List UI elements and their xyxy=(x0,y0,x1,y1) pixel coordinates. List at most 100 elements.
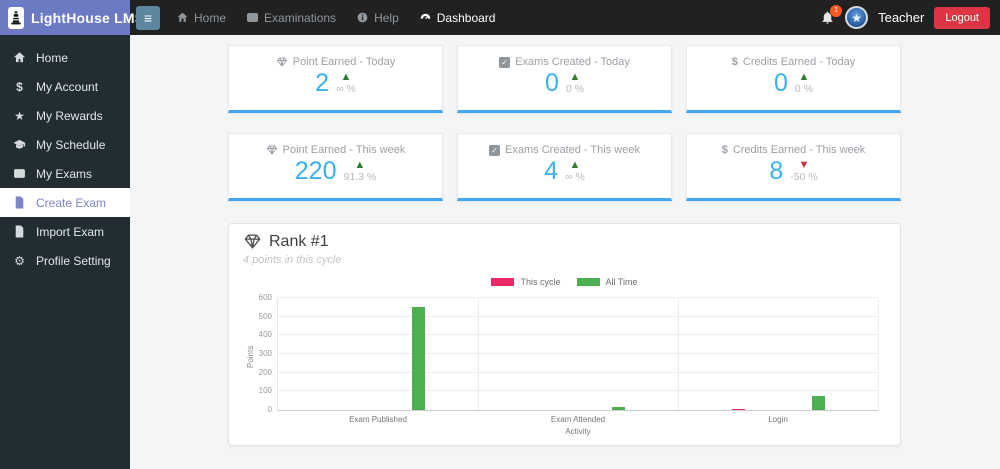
brand-title: LightHouse LMS xyxy=(31,9,145,26)
y-axis-tick: 400 xyxy=(258,330,272,340)
trend-up-icon: ▲ xyxy=(340,71,352,84)
check-square-icon: ✓ xyxy=(489,144,501,156)
nav-item-label: Dashboard xyxy=(436,10,496,25)
nav-item-label: Examinations xyxy=(264,10,337,25)
stat-card-exams-week: ✓ Exams Created - This week 4 ▲ ∞ % xyxy=(457,133,672,201)
brand: LightHouse LMS xyxy=(0,0,144,35)
sidebar-item-my-account[interactable]: $ My Account xyxy=(0,72,130,101)
sidebar-item-my-rewards[interactable]: ★ My Rewards xyxy=(0,101,130,130)
graduation-cap-icon xyxy=(12,138,27,151)
legend-item-this-cycle[interactable]: This cycle xyxy=(491,277,561,287)
sidebar-item-label: Home xyxy=(36,50,69,65)
x-axis-tick: Login xyxy=(768,415,788,424)
rank-subtitle: 4 points in this cycle xyxy=(243,254,342,266)
nav-item-home[interactable]: Home xyxy=(176,11,226,25)
sidebar-item-label: My Exams xyxy=(36,166,93,181)
user-name: Teacher xyxy=(878,10,925,25)
bar-all-time xyxy=(411,307,425,410)
rank-card: Rank #1 4 points in this cycle This cycl… xyxy=(228,223,901,446)
trend-percent: -50 % xyxy=(790,171,818,184)
trend-up-icon: ▲ xyxy=(569,71,581,84)
x-axis-tick: Exam Attended xyxy=(550,415,606,424)
rank-title: Rank #1 xyxy=(243,232,886,251)
legend-swatch xyxy=(576,278,600,286)
notifications-button[interactable]: 1 xyxy=(820,5,843,25)
trend-up-icon: ▲ xyxy=(798,71,810,84)
main-content: Point Earned - Today 2 ▲ ∞ % ✓ Exams Crea… xyxy=(130,35,1000,469)
chart-legend: This cycle All Time xyxy=(243,277,886,287)
stat-card-title: ✓ Exams Created - This week xyxy=(458,144,671,156)
sidebar-item-label: Profile Setting xyxy=(36,253,111,268)
sidebar-item-home[interactable]: Home xyxy=(0,43,130,72)
sidebar-item-label: Import Exam xyxy=(36,224,105,239)
stat-card-points-week: Point Earned - This week 220 ▲ 91.3 % xyxy=(228,133,443,201)
stat-value: 8 xyxy=(769,157,784,185)
sidebar: Home $ My Account ★ My Rewards My Schedu… xyxy=(0,35,130,469)
nav-item-examinations[interactable]: Examinations xyxy=(246,11,336,25)
stat-card-title: ✓ Exams Created - Today xyxy=(458,56,671,68)
stat-value: 2 xyxy=(315,69,330,97)
dashboard-icon xyxy=(420,13,431,20)
dollar-icon: $ xyxy=(721,144,728,156)
legend-swatch xyxy=(491,278,515,286)
sidebar-item-label: Create Exam xyxy=(36,195,107,210)
y-axis-tick: 200 xyxy=(258,367,272,377)
legend-item-all-time[interactable]: All Time xyxy=(576,277,638,287)
chart-plot: Activity 0 100 200 300 400 500 600 Exam Publish… xyxy=(259,293,879,436)
stat-value: 4 xyxy=(544,157,559,185)
lighthouse-logo-icon xyxy=(8,6,24,29)
trend-percent: 0 % xyxy=(794,83,813,96)
sidebar-item-label: My Account xyxy=(36,79,99,94)
help-icon xyxy=(357,12,368,23)
home-icon xyxy=(12,51,27,64)
stat-card-points-today: Point Earned - Today 2 ▲ ∞ % xyxy=(228,45,443,113)
y-axis-tick: 300 xyxy=(258,349,272,358)
bar-all-time xyxy=(611,407,625,410)
bar-this-cycle xyxy=(731,409,745,410)
gem-icon xyxy=(266,145,277,155)
stat-card-title: Point Earned - Today xyxy=(229,56,442,68)
dollar-icon: $ xyxy=(731,56,738,68)
nav-item-label: Help xyxy=(374,10,399,25)
sidebar-item-my-exams[interactable]: My Exams xyxy=(0,159,130,188)
trend-percent: ∞ % xyxy=(336,83,356,96)
sidebar-item-label: My Schedule xyxy=(36,137,106,152)
bar-all-time xyxy=(811,396,825,410)
stat-card-credits-today: $ Credits Earned - Today 0 ▲ 0 % xyxy=(686,45,901,113)
examinations-icon xyxy=(246,13,259,22)
trend-percent: 91.3 % xyxy=(343,171,377,184)
dollar-icon: $ xyxy=(16,79,23,94)
stat-value: 0 xyxy=(774,69,788,97)
stat-card-exams-today: ✓ Exams Created - Today 0 ▲ 0 % xyxy=(457,45,672,113)
sidebar-item-import-exam[interactable]: Import Exam xyxy=(0,217,130,246)
trend-up-icon: ▲ xyxy=(569,159,581,172)
user-avatar[interactable]: ★ xyxy=(845,6,869,29)
trend-up-icon: ▲ xyxy=(354,159,366,172)
home-icon xyxy=(177,12,188,22)
sidebar-item-profile-setting[interactable]: ⚙ Profile Setting xyxy=(0,246,130,275)
navbar-right: 1 ★ Teacher Logout xyxy=(820,5,1000,29)
nav-item-help[interactable]: Help xyxy=(356,11,399,25)
stat-card-title: Point Earned - This week xyxy=(229,144,442,156)
logout-button[interactable]: Logout xyxy=(934,6,990,29)
stat-cards-grid: Point Earned - Today 2 ▲ ∞ % ✓ Exams Crea… xyxy=(228,45,901,201)
x-axis-tick: Exam Published xyxy=(349,415,407,424)
rank-bar-chart: Points Activity 0 100 200 300 400 500 600 Exam … xyxy=(243,292,886,442)
sidebar-item-my-schedule[interactable]: My Schedule xyxy=(0,130,130,159)
y-axis-tick: 100 xyxy=(258,386,272,396)
stat-value: 220 xyxy=(294,157,337,185)
x-axis-label: Activity xyxy=(565,427,591,436)
gem-icon xyxy=(276,57,287,67)
sidebar-item-create-exam[interactable]: Create Exam xyxy=(0,188,130,217)
sidebar-toggle-button[interactable]: ≡ xyxy=(136,5,160,30)
nav-item-dashboard[interactable]: Dashboard xyxy=(419,10,496,25)
star-icon: ★ xyxy=(14,108,25,123)
stat-value: 0 xyxy=(545,69,559,97)
gear-icon: ⚙ xyxy=(14,253,25,268)
top-navbar: LightHouse LMS ≡ Home Examinations Help … xyxy=(0,0,1000,35)
stat-card-credits-week: $ Credits Earned - This week 8 ▼ -50 % xyxy=(686,133,901,201)
stat-card-title: $ Credits Earned - Today xyxy=(731,56,856,68)
trend-percent: ∞ % xyxy=(565,171,585,184)
nav-item-label: Home xyxy=(194,10,227,25)
y-axis-tick: 0 xyxy=(267,405,272,414)
